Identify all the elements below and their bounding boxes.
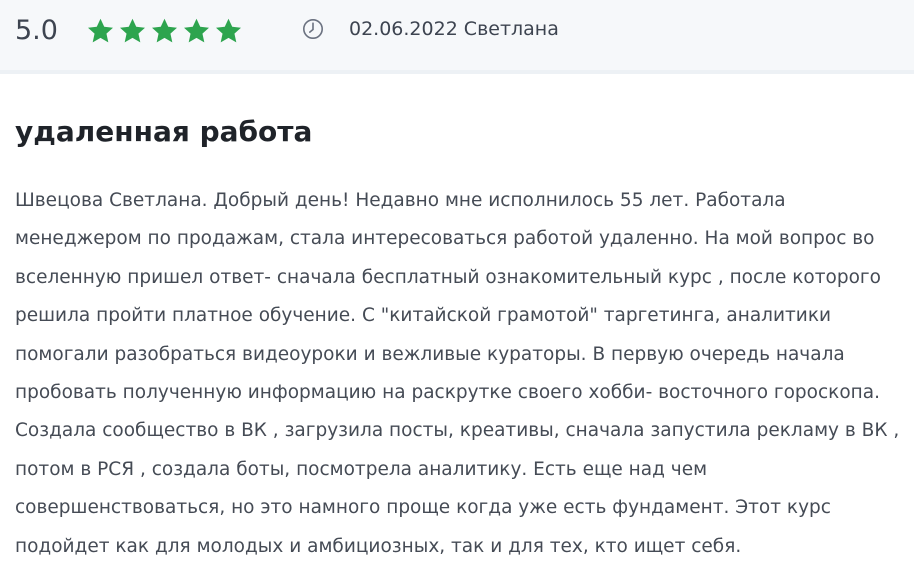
review-text: Швецова Светлана. Добрый день! Недавно м… <box>15 182 905 566</box>
star-icon <box>216 18 241 43</box>
review-title: удаленная работа <box>15 115 313 148</box>
review-text-line: помогали разобраться видеоуроки и вежлив… <box>15 343 845 365</box>
star-rating <box>86 17 243 45</box>
review-text-line: Швецова Светлана. Добрый день! Недавно м… <box>15 190 786 211</box>
review-text-line: вселенную пришел ответ- сначала бесплатн… <box>15 266 881 288</box>
review-text-line: пробовать полученную информацию на раскр… <box>15 382 880 404</box>
review-text-line: совершенствоваться, но это намного проще… <box>15 497 831 519</box>
star-icon <box>152 18 177 43</box>
star-icon <box>120 18 145 43</box>
review-author: Светлана <box>463 18 559 40</box>
star-icon <box>184 18 209 43</box>
review-text-line: потом в РСЯ , создала боты, посмотрела а… <box>15 458 708 480</box>
rating-value: 5.0 <box>15 15 58 46</box>
review-text-line: решила пройти платное обучение. С "китай… <box>15 305 832 327</box>
review-text-line: Создала сообщество в ВК , загрузила пост… <box>15 420 900 442</box>
clock-icon <box>302 18 324 40</box>
review-text-line: менеджером по продажам, стала интересова… <box>15 228 875 250</box>
star-icon <box>88 18 113 43</box>
review-date: 02.06.2022 <box>349 18 458 40</box>
review-header: 5.0 02.06.2022 Светлана <box>0 0 914 74</box>
review-text-line: подойдет как для молодых и амбициозных, … <box>15 535 742 557</box>
review-meta: 02.06.2022 Светлана <box>349 17 559 41</box>
